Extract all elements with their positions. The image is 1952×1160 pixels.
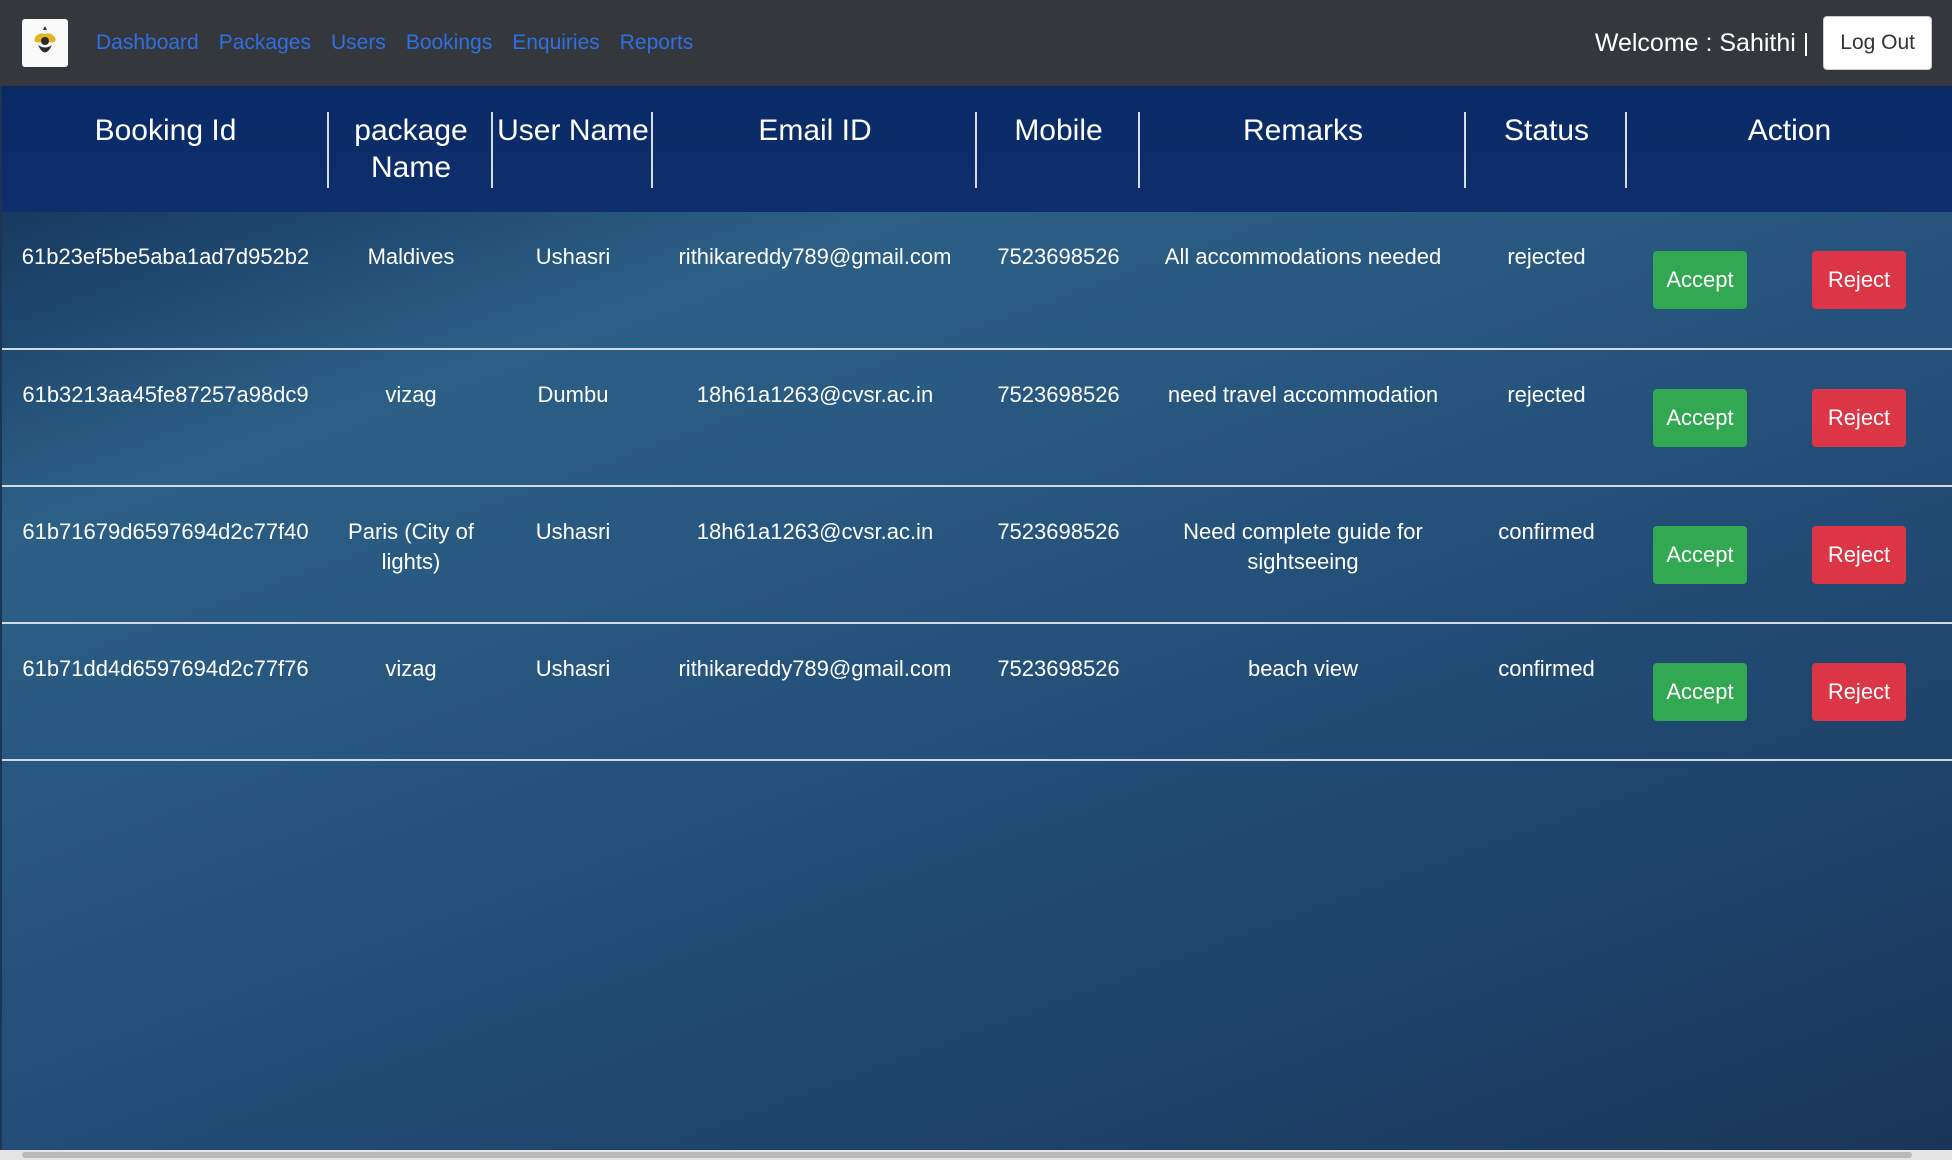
welcome-text: Welcome : Sahithi |: [1594, 28, 1810, 57]
nav-link-enquiries[interactable]: Enquiries: [512, 31, 600, 55]
remarks-cell: Need complete guide for sightseeing: [1140, 486, 1466, 624]
booking-id-cell: 61b71679d6597694d2c77f40: [2, 486, 329, 624]
logo-icon: [34, 26, 56, 53]
action-cell: Accept Reject: [1627, 486, 1952, 624]
nav-link-users[interactable]: Users: [331, 31, 386, 55]
remarks-cell: All accommodations needed: [1140, 212, 1466, 350]
action-cell: Accept Reject: [1627, 349, 1952, 487]
booking-id-cell: 61b23ef5be5aba1ad7d952b2: [2, 212, 329, 350]
mobile-cell: 7523698526: [977, 349, 1140, 487]
table-row: 61b23ef5be5aba1ad7d952b2 Maldives Ushasr…: [2, 212, 1952, 350]
action-cell: Accept Reject: [1627, 212, 1952, 350]
header-mobile: Mobile: [977, 86, 1140, 212]
table-row: 61b71dd4d6597694d2c77f76 vizag Ushasri r…: [2, 623, 1952, 761]
accept-button[interactable]: Accept: [1653, 388, 1747, 447]
bookings-table: Booking Id package Name User Name Email …: [2, 86, 1952, 761]
header-action: Action: [1747, 114, 1832, 147]
reject-button[interactable]: Reject: [1812, 251, 1906, 309]
reject-button[interactable]: Reject: [1812, 388, 1906, 447]
brand-logo[interactable]: [22, 19, 68, 67]
email-cell: 18h61a1263@cvsr.ac.in: [653, 486, 977, 624]
user-cell: Ushasri: [493, 486, 653, 624]
table-header-row: Booking Id package Name User Name Email …: [2, 86, 1952, 212]
logout-button[interactable]: Log Out: [1823, 16, 1932, 70]
mobile-cell: 7523698526: [977, 623, 1140, 761]
package-cell: Paris (City of lights): [329, 486, 493, 624]
nav-links: Dashboard Packages Users Bookings Enquir…: [96, 31, 693, 55]
remarks-cell: need travel accommodation: [1140, 349, 1466, 487]
status-cell: rejected: [1466, 349, 1627, 487]
user-cell: Ushasri: [493, 623, 653, 761]
mobile-cell: 7523698526: [977, 212, 1140, 350]
status-cell: confirmed: [1466, 623, 1627, 761]
header-user-name: User Name: [493, 86, 653, 212]
booking-id-cell: 61b71dd4d6597694d2c77f76: [2, 623, 329, 761]
nav-link-packages[interactable]: Packages: [219, 31, 311, 55]
user-area: Welcome : Sahithi | Log Out: [1595, 16, 1932, 70]
horizontal-scrollbar[interactable]: [0, 1150, 1952, 1160]
email-cell: rithikareddy789@gmail.com: [653, 212, 977, 350]
package-cell: vizag: [329, 349, 493, 487]
scrollbar-thumb[interactable]: [22, 1152, 1912, 1158]
reject-button[interactable]: Reject: [1812, 662, 1906, 721]
email-cell: 18h61a1263@cvsr.ac.in: [653, 349, 977, 487]
email-cell: rithikareddy789@gmail.com: [653, 623, 977, 761]
user-cell: Ushasri: [493, 212, 653, 350]
table-row: 61b71679d6597694d2c77f40 Paris (City of …: [2, 486, 1952, 624]
package-cell: vizag: [329, 623, 493, 761]
header-status: Status: [1466, 86, 1627, 212]
status-cell: confirmed: [1466, 486, 1627, 624]
accept-button[interactable]: Accept: [1653, 662, 1747, 721]
nav-link-reports[interactable]: Reports: [620, 31, 694, 55]
header-email-id: Email ID: [653, 86, 977, 212]
reject-button[interactable]: Reject: [1812, 525, 1906, 584]
header-package-name: package Name: [329, 86, 493, 212]
remarks-cell: beach view: [1140, 623, 1466, 761]
package-cell: Maldives: [329, 212, 493, 350]
mobile-cell: 7523698526: [977, 486, 1140, 624]
action-cell: Accept Reject: [1627, 623, 1952, 761]
bookings-panel: Booking Id package Name User Name Email …: [2, 86, 1952, 1150]
nav-link-bookings[interactable]: Bookings: [406, 31, 492, 55]
header-booking-id: Booking Id: [2, 86, 329, 212]
accept-button[interactable]: Accept: [1653, 251, 1747, 309]
header-remarks: Remarks: [1140, 86, 1466, 212]
accept-button[interactable]: Accept: [1653, 525, 1747, 584]
table-row: 61b3213aa45fe87257a98dc9 vizag Dumbu 18h…: [2, 349, 1952, 487]
nav-link-dashboard[interactable]: Dashboard: [96, 31, 199, 55]
booking-id-cell: 61b3213aa45fe87257a98dc9: [2, 349, 329, 487]
user-cell: Dumbu: [493, 349, 653, 487]
top-navbar: Dashboard Packages Users Bookings Enquir…: [0, 0, 1952, 86]
status-cell: rejected: [1466, 212, 1627, 350]
